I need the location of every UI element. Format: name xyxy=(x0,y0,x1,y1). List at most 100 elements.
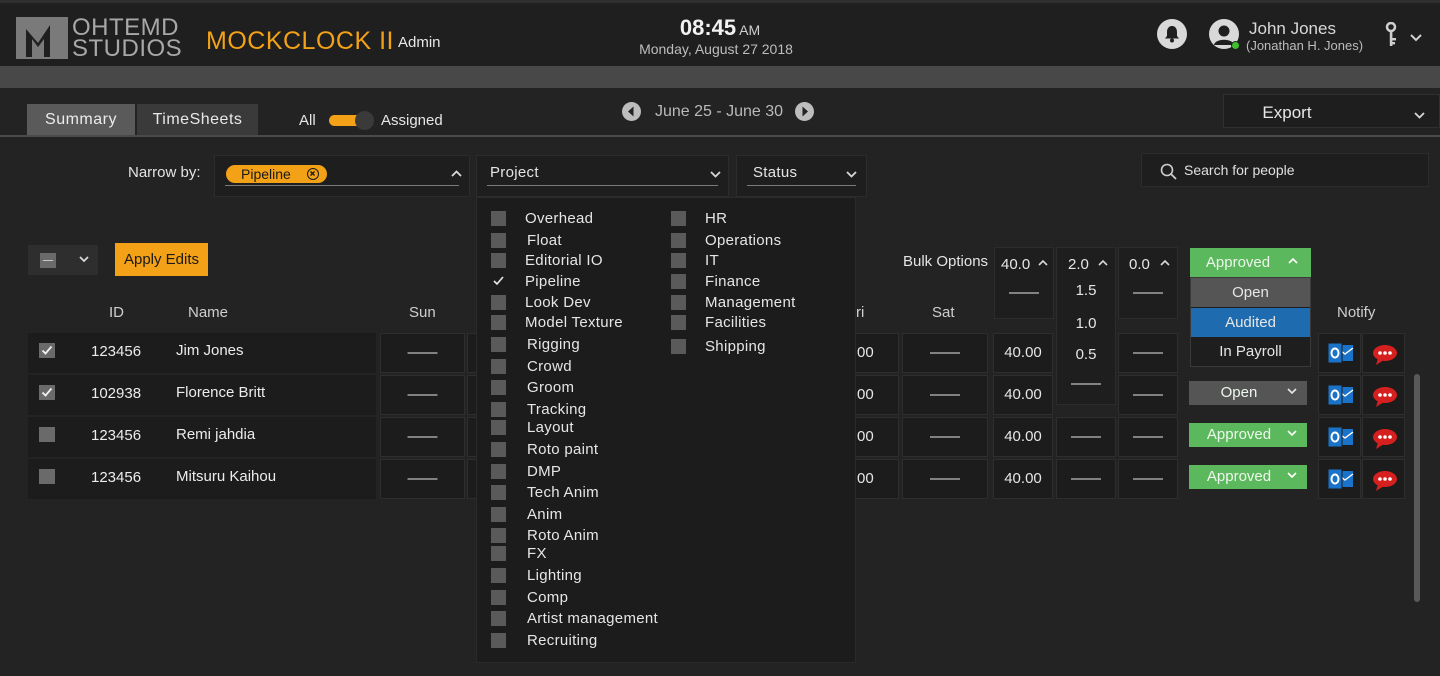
row-total-hours[interactable]: 40.00 xyxy=(993,417,1053,457)
project-option-checkbox[interactable] xyxy=(671,253,686,268)
header-subbar xyxy=(0,66,1440,88)
row-fri-hours[interactable]: 00 xyxy=(850,417,899,457)
project-filter[interactable]: Project xyxy=(476,155,729,197)
row-checkbox[interactable] xyxy=(39,343,55,358)
row-fri-hours[interactable]: 00 xyxy=(850,459,899,499)
project-option-checkbox[interactable] xyxy=(491,528,506,543)
key-icon[interactable] xyxy=(1383,21,1399,53)
bulk-multiplier-option[interactable]: 1.0 xyxy=(1057,315,1115,332)
row-ot-hours[interactable]: —— xyxy=(1056,417,1116,457)
row-sun-hours[interactable]: —— xyxy=(380,375,465,415)
apply-edits-button[interactable]: Apply Edits xyxy=(115,243,208,276)
bulk-hours-option[interactable]: —— xyxy=(995,284,1053,301)
row-total-hours[interactable]: 40.00 xyxy=(993,375,1053,415)
notifications-button[interactable] xyxy=(1157,19,1187,49)
assigned-toggle[interactable] xyxy=(329,111,375,130)
project-option-checkbox[interactable] xyxy=(671,295,686,310)
project-option-checkbox[interactable] xyxy=(491,274,506,289)
row-status-dropdown[interactable]: Open xyxy=(1189,381,1307,405)
project-option-checkbox[interactable] xyxy=(491,568,506,583)
row-dt-hours[interactable]: —— xyxy=(1118,417,1178,457)
email-notify-button[interactable] xyxy=(1318,459,1361,499)
bulk-status-dropdown[interactable]: Approved xyxy=(1190,248,1311,277)
project-option-checkbox[interactable] xyxy=(491,380,506,395)
tab-timesheets[interactable]: TimeSheets xyxy=(137,104,258,136)
row-checkbox[interactable] xyxy=(39,385,55,400)
row-sun-hours[interactable]: —— xyxy=(380,417,465,457)
project-option-checkbox[interactable] xyxy=(491,464,506,479)
row-dt-hours[interactable]: —— xyxy=(1118,333,1178,373)
row-status-dropdown[interactable]: Approved xyxy=(1189,465,1307,489)
row-dt-hours[interactable]: —— xyxy=(1118,375,1178,415)
project-option-checkbox[interactable] xyxy=(671,211,686,226)
project-option-checkbox[interactable] xyxy=(491,295,506,310)
project-option-checkbox[interactable] xyxy=(491,211,506,226)
row-checkbox[interactable] xyxy=(39,469,55,484)
project-option-checkbox[interactable] xyxy=(491,611,506,626)
table-scrollbar[interactable] xyxy=(1414,374,1420,602)
project-option-checkbox[interactable] xyxy=(491,233,506,248)
row-ot-hours[interactable]: —— xyxy=(1056,459,1116,499)
project-option-checkbox[interactable] xyxy=(671,274,686,289)
status-filter[interactable]: Status xyxy=(736,155,867,197)
row-sat-hours[interactable]: —— xyxy=(902,375,988,415)
project-option-checkbox[interactable] xyxy=(491,420,506,435)
bulk-dt-option[interactable]: —— xyxy=(1119,284,1177,301)
row-fri-hours[interactable]: 00 xyxy=(850,375,899,415)
bulk-dt-value: 0.0 xyxy=(1129,256,1150,273)
project-option-checkbox[interactable] xyxy=(491,590,506,605)
email-notify-button[interactable] xyxy=(1318,333,1361,373)
row-sat-hours[interactable]: —— xyxy=(902,459,988,499)
status-option-audited[interactable]: Audited xyxy=(1191,308,1310,337)
row-sun-hours[interactable]: —— xyxy=(380,333,465,373)
pipeline-chip[interactable]: Pipeline xyxy=(226,165,327,183)
bulk-select-dropdown[interactable] xyxy=(28,245,98,275)
project-option-checkbox[interactable] xyxy=(491,633,506,648)
export-button[interactable]: Export xyxy=(1223,94,1440,128)
remove-chip-close-icon[interactable] xyxy=(307,168,319,180)
row-sun-hours[interactable]: —— xyxy=(380,459,465,499)
bulk-multiplier-dropdown[interactable]: 2.0 1.5 1.0 0.5 —— xyxy=(1056,247,1116,405)
chat-notify-button[interactable] xyxy=(1362,375,1405,415)
tab-summary[interactable]: Summary xyxy=(27,104,135,136)
email-notify-button[interactable] xyxy=(1318,417,1361,457)
bulk-dt-dropdown[interactable]: 0.0 —— xyxy=(1118,247,1178,319)
project-option-checkbox[interactable] xyxy=(491,546,506,561)
status-option-open[interactable]: Open xyxy=(1191,278,1310,307)
prev-week-button[interactable] xyxy=(622,102,641,121)
row-sat-hours[interactable]: —— xyxy=(902,333,988,373)
project-option-checkbox[interactable] xyxy=(491,253,506,268)
project-option-checkbox[interactable] xyxy=(491,337,506,352)
user-menu-chevron-down-icon[interactable] xyxy=(1410,29,1422,47)
status-option-in-payroll[interactable]: In Payroll xyxy=(1191,337,1310,366)
project-option-checkbox[interactable] xyxy=(671,339,686,354)
bulk-select-checkbox[interactable] xyxy=(40,253,56,268)
project-option-checkbox[interactable] xyxy=(491,402,506,417)
pipeline-filter[interactable]: Pipeline xyxy=(214,155,470,197)
row-fri-hours[interactable]: 00 xyxy=(850,333,899,373)
project-option-checkbox[interactable] xyxy=(671,233,686,248)
row-sat-hours[interactable]: —— xyxy=(902,417,988,457)
bulk-multiplier-option[interactable]: 1.5 xyxy=(1057,282,1115,299)
search-input[interactable] xyxy=(1184,160,1414,180)
row-total-hours[interactable]: 40.00 xyxy=(993,333,1053,373)
chat-notify-button[interactable] xyxy=(1362,333,1405,373)
project-option-checkbox[interactable] xyxy=(671,315,686,330)
project-option-checkbox[interactable] xyxy=(491,315,506,330)
project-option-checkbox[interactable] xyxy=(491,485,506,500)
row-total-hours[interactable]: 40.00 xyxy=(993,459,1053,499)
row-status-dropdown[interactable]: Approved xyxy=(1189,423,1307,447)
bulk-multiplier-option[interactable]: —— xyxy=(1057,375,1115,392)
people-search[interactable] xyxy=(1141,153,1429,187)
row-dt-hours[interactable]: —— xyxy=(1118,459,1178,499)
project-option-checkbox[interactable] xyxy=(491,359,506,374)
bulk-hours-dropdown[interactable]: 40.0 —— xyxy=(994,247,1054,319)
chat-notify-button[interactable] xyxy=(1362,459,1405,499)
chat-notify-button[interactable] xyxy=(1362,417,1405,457)
email-notify-button[interactable] xyxy=(1318,375,1361,415)
bulk-multiplier-option[interactable]: 0.5 xyxy=(1057,346,1115,363)
row-checkbox[interactable] xyxy=(39,427,55,442)
next-week-button[interactable] xyxy=(795,102,814,121)
project-option-checkbox[interactable] xyxy=(491,442,506,457)
project-option-checkbox[interactable] xyxy=(491,507,506,522)
